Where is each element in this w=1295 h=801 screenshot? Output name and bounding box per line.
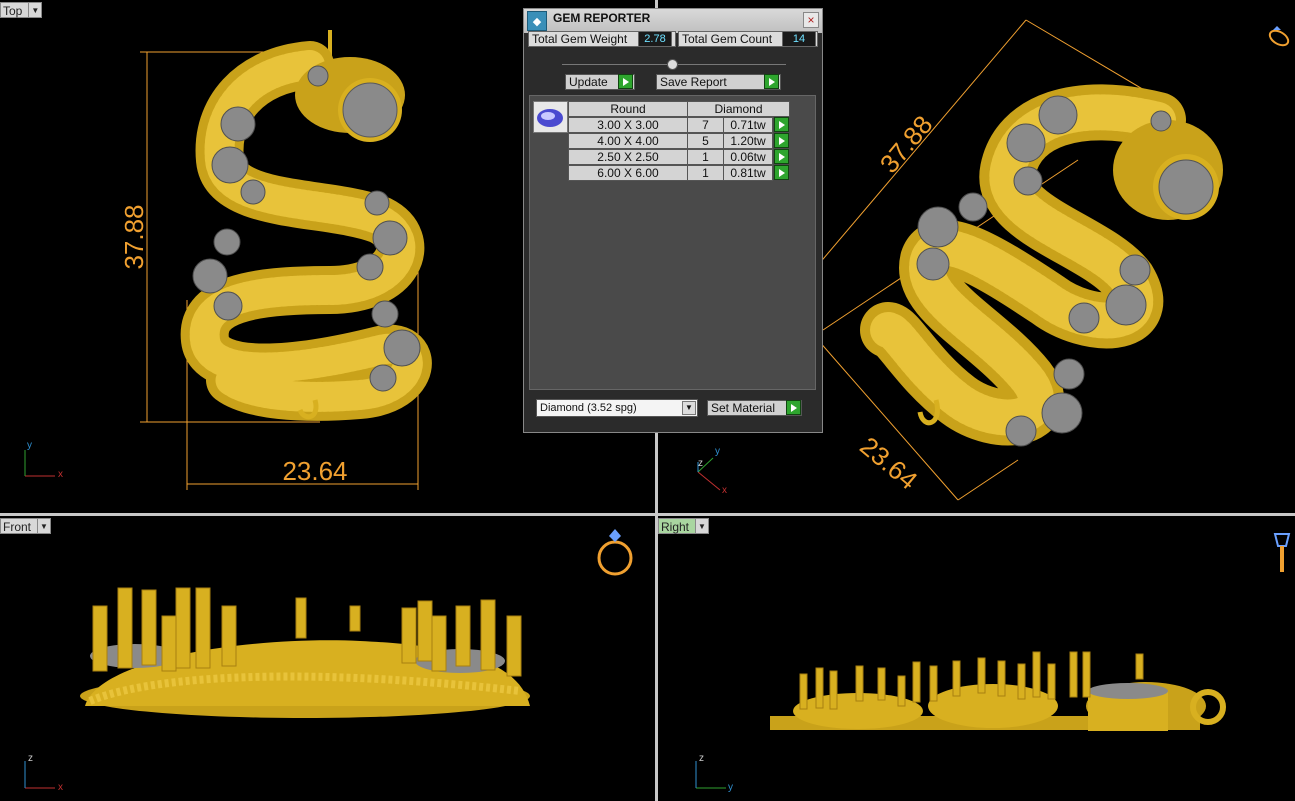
viewport-label-front[interactable]: Front ▼ (0, 518, 52, 534)
viewport-front[interactable]: x z Front ▼ (0, 516, 655, 801)
dialog-slider-knob[interactable] (667, 59, 678, 70)
play-arrow-icon[interactable] (774, 117, 789, 132)
total-gem-count-value: 14 (782, 31, 816, 47)
axis-y-label: y (27, 440, 32, 451)
ring-icon (1267, 24, 1291, 52)
material-select[interactable]: Diamond (3.52 spg) ▼ (536, 399, 698, 417)
dim-width-perspective: 23.64 (854, 431, 923, 496)
viewport-label-right[interactable]: Right ▼ (658, 518, 710, 534)
material-select-value: Diamond (3.52 spg) (540, 402, 637, 414)
gem-size: 6.00 X 6.00 (568, 165, 688, 181)
play-arrow-icon[interactable] (786, 400, 801, 415)
chevron-down-icon[interactable]: ▼ (38, 518, 52, 534)
gem-weight: 0.06tw (723, 149, 773, 165)
play-arrow-icon[interactable] (618, 74, 633, 89)
chevron-down-icon[interactable]: ▼ (696, 518, 710, 534)
gem-weight: 0.71tw (723, 117, 773, 133)
total-gem-weight-value: 2.78 (638, 31, 672, 47)
axis-z-label: z (698, 458, 703, 469)
viewport-name[interactable]: Top (0, 2, 30, 18)
axis-z-label: z (28, 753, 33, 764)
save-report-button[interactable]: Save Report (656, 74, 781, 90)
axis-indicator-top (24, 450, 55, 477)
gem-count: 5 (687, 133, 724, 149)
play-arrow-icon[interactable] (764, 74, 779, 89)
gem-count: 1 (687, 149, 724, 165)
gem-size: 4.00 X 4.00 (568, 133, 688, 149)
snake-pendant-right (770, 651, 1226, 731)
table-header-shape: Round (568, 101, 688, 117)
gem-reporter-logo-icon: ◆ (527, 11, 547, 31)
pendant-bail-icon (1272, 526, 1292, 578)
play-arrow-icon[interactable] (774, 149, 789, 164)
round-gem-thumbnail[interactable] (533, 101, 568, 133)
close-button[interactable]: × (803, 12, 819, 28)
right-view-canvas (695, 651, 1226, 789)
play-arrow-icon[interactable] (774, 165, 789, 180)
axis-indicator-front (24, 761, 55, 789)
gem-size: 3.00 X 3.00 (568, 117, 688, 133)
snake-pendant-front (80, 587, 530, 718)
axis-x-label: x (58, 469, 63, 480)
dim-height-top: 37.88 (119, 204, 149, 269)
dim-height-perspective: 37.88 (874, 110, 939, 179)
dialog-title-bar[interactable]: ◆ GEM REPORTER × (524, 9, 822, 33)
table-header-material: Diamond (687, 101, 790, 117)
viewport-name[interactable]: Front (0, 518, 39, 534)
viewport-divider-horizontal[interactable] (0, 513, 1295, 516)
axis-z-label: z (699, 753, 704, 764)
viewport-label-top[interactable]: Top ▼ (0, 2, 43, 18)
axis-x-label: x (722, 485, 727, 496)
gem-weight: 0.81tw (723, 165, 773, 181)
dialog-title: GEM REPORTER (553, 11, 651, 25)
chevron-down-icon[interactable]: ▼ (29, 2, 43, 18)
snake-pendant-top (180, 30, 432, 421)
front-view-canvas (24, 587, 530, 789)
viewport-name[interactable]: Right (658, 518, 697, 534)
ring-icon (595, 526, 635, 578)
gem-count: 7 (687, 117, 724, 133)
play-arrow-icon[interactable] (774, 133, 789, 148)
viewport-right[interactable]: y z Right ▼ (658, 516, 1295, 801)
gem-size: 2.50 X 2.50 (568, 149, 688, 165)
gem-weight: 1.20tw (723, 133, 773, 149)
axis-y-label: y (715, 446, 720, 457)
chevron-down-icon[interactable]: ▼ (682, 401, 696, 415)
gem-count: 1 (687, 165, 724, 181)
axis-x-label: x (58, 782, 63, 793)
snake-pendant-perspective (860, 84, 1223, 447)
dim-width-top: 23.64 (282, 456, 347, 486)
axis-y-label: y (728, 782, 733, 793)
axis-indicator-right (695, 761, 726, 789)
